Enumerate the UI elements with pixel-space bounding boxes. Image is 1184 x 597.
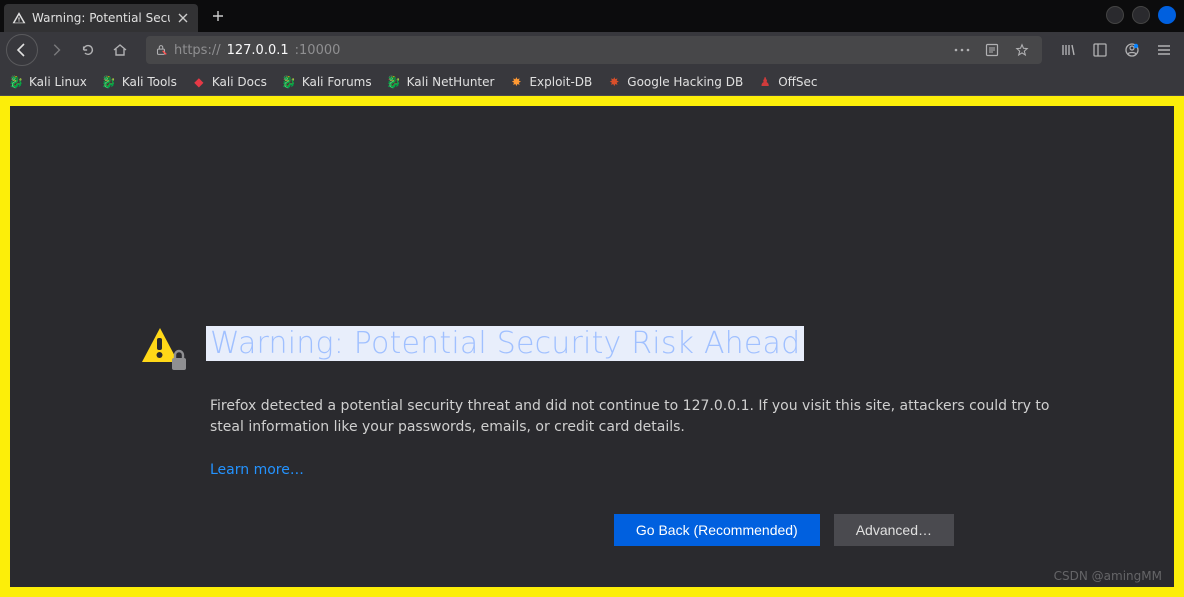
learn-more-link[interactable]: Learn more… <box>210 462 304 478</box>
bookmark-label: Kali Forums <box>302 75 372 89</box>
url-rest: :10000 <box>295 43 341 58</box>
url-prefix: https:// <box>174 43 221 58</box>
library-icon[interactable] <box>1054 36 1082 64</box>
sidebar-icon[interactable] <box>1086 36 1114 64</box>
bookmark-label: Kali NetHunter <box>407 75 495 89</box>
back-button[interactable] <box>6 34 38 66</box>
close-icon[interactable] <box>176 11 190 25</box>
page-actions-icon[interactable] <box>950 38 974 62</box>
account-icon[interactable] <box>1118 36 1146 64</box>
warning-title: Warning: Potential Security Risk Ahead <box>206 326 804 361</box>
bookmark-label: Kali Docs <box>212 75 267 89</box>
url-host: 127.0.0.1 <box>227 43 289 58</box>
close-window-button[interactable] <box>1158 6 1176 24</box>
bookmark-item[interactable]: 🐉 Kali Linux <box>8 74 87 90</box>
nav-toolbar: https:// 127.0.0.1 :10000 <box>0 32 1184 68</box>
tab-title: Warning: Potential Security Risk Ahead <box>32 11 170 25</box>
bookmark-label: OffSec <box>778 75 817 89</box>
minimize-button[interactable] <box>1106 6 1124 24</box>
warning-lock-icon <box>140 326 188 374</box>
bookmark-item[interactable]: 🐉 Kali Forums <box>281 74 372 90</box>
bookmark-item[interactable]: ♟ OffSec <box>757 74 817 90</box>
watermark: CSDN @amingMM <box>1054 569 1162 583</box>
bookmark-favicon: ♟ <box>757 74 773 90</box>
bookmark-star-icon[interactable] <box>1010 38 1034 62</box>
bookmark-favicon: ◆ <box>191 74 207 90</box>
tab-bar: Warning: Potential Security Risk Ahead <box>0 0 1184 32</box>
bookmark-favicon: 🐉 <box>386 74 402 90</box>
page-content: Warning: Potential Security Risk Ahead F… <box>10 106 1174 587</box>
advanced-button[interactable]: Advanced… <box>834 514 954 546</box>
bookmark-favicon: ✸ <box>508 74 524 90</box>
menu-icon[interactable] <box>1150 36 1178 64</box>
home-button[interactable] <box>106 36 134 64</box>
new-tab-button[interactable] <box>204 2 232 30</box>
bookmark-label: Google Hacking DB <box>627 75 743 89</box>
bookmark-item[interactable]: 🐉 Kali Tools <box>101 74 177 90</box>
window-controls <box>1106 6 1176 24</box>
bookmark-item[interactable]: ✸ Exploit-DB <box>508 74 592 90</box>
browser-window: Warning: Potential Security Risk Ahead <box>0 0 1184 597</box>
bookmark-favicon: 🐉 <box>8 74 24 90</box>
bookmark-label: Exploit-DB <box>529 75 592 89</box>
go-back-button[interactable]: Go Back (Recommended) <box>614 514 820 546</box>
bookmark-favicon: 🐉 <box>281 74 297 90</box>
reader-mode-icon[interactable] <box>980 38 1004 62</box>
warning-triangle-icon <box>12 11 26 25</box>
content-frame: Warning: Potential Security Risk Ahead F… <box>0 96 1184 597</box>
bookmark-favicon: ✸ <box>606 74 622 90</box>
learn-more-row: Learn more… <box>210 462 1080 478</box>
warning-body: Firefox detected a potential security th… <box>210 396 1070 438</box>
tab-active[interactable]: Warning: Potential Security Risk Ahead <box>4 4 198 32</box>
bookmark-item[interactable]: 🐉 Kali NetHunter <box>386 74 495 90</box>
lock-warning-icon <box>154 43 168 57</box>
bookmark-label: Kali Tools <box>122 75 177 89</box>
bookmark-item[interactable]: ◆ Kali Docs <box>191 74 267 90</box>
security-warning-page: Warning: Potential Security Risk Ahead F… <box>140 326 1080 546</box>
reload-button[interactable] <box>74 36 102 64</box>
forward-button[interactable] <box>42 36 70 64</box>
url-bar[interactable]: https:// 127.0.0.1 :10000 <box>146 36 1042 64</box>
bookmark-item[interactable]: ✸ Google Hacking DB <box>606 74 743 90</box>
bookmark-label: Kali Linux <box>29 75 87 89</box>
bookmark-favicon: 🐉 <box>101 74 117 90</box>
bookmarks-toolbar: 🐉 Kali Linux 🐉 Kali Tools ◆ Kali Docs 🐉 Kali Fo… <box>0 68 1184 96</box>
maximize-button[interactable] <box>1132 6 1150 24</box>
